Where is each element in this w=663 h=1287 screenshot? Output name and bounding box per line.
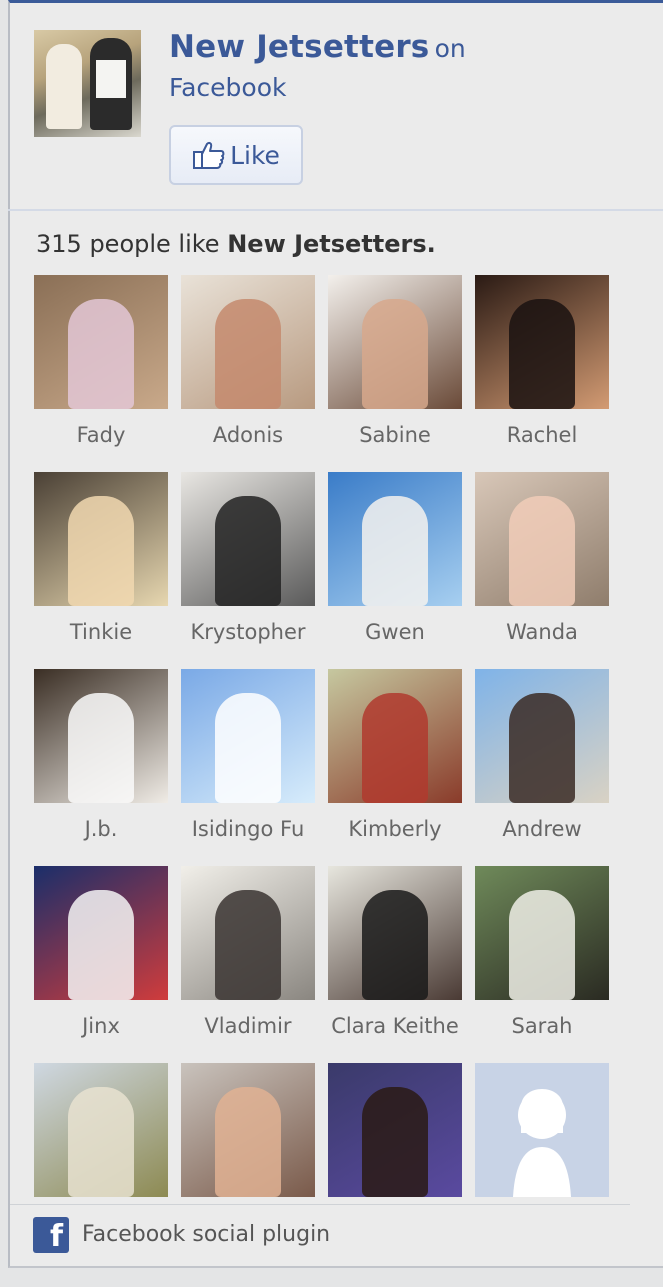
friend-tile[interactable]: Isidingo Fu: [181, 669, 315, 859]
default-avatar-icon[interactable]: [475, 1063, 609, 1197]
header-divider: [8, 209, 663, 211]
likes-page-name: New Jetsetters.: [227, 230, 436, 258]
friend-photo-subject: [215, 496, 281, 606]
thumbs-up-icon: [193, 142, 225, 169]
friend-name[interactable]: Adonis: [175, 423, 321, 447]
friend-photo[interactable]: [181, 275, 315, 409]
friend-photo-subject: [509, 693, 575, 803]
friend-photo[interactable]: [34, 275, 168, 409]
friend-tile[interactable]: Fady: [34, 275, 168, 465]
friend-photo[interactable]: [328, 866, 462, 1000]
friend-photo-subject: [68, 496, 134, 606]
friend-photo[interactable]: [181, 669, 315, 803]
friend-photo-subject: [68, 299, 134, 409]
friend-photo[interactable]: [34, 669, 168, 803]
friend-name[interactable]: Sabine: [322, 423, 468, 447]
friend-photo-subject: [215, 1087, 281, 1197]
friend-tile[interactable]: Andrew: [475, 669, 609, 859]
friend-photo-subject: [68, 890, 134, 1000]
friend-tile[interactable]: Wanda: [475, 472, 609, 662]
friend-photo[interactable]: [475, 275, 609, 409]
friend-photo-subject: [509, 299, 575, 409]
friend-tile[interactable]: [328, 1063, 462, 1253]
friend-tile[interactable]: Rachel: [475, 275, 609, 465]
friend-photo-subject: [362, 890, 428, 1000]
friend-name[interactable]: Wanda: [469, 620, 615, 644]
friend-tile[interactable]: Jinx: [34, 866, 168, 1056]
friend-photo-subject: [509, 890, 575, 1000]
facebook-logo-icon[interactable]: f: [33, 1217, 69, 1253]
page-name-link[interactable]: New Jetsetters: [169, 29, 429, 65]
friend-tile[interactable]: Gwen: [328, 472, 462, 662]
facebook-logo-glyph: f: [49, 1219, 63, 1254]
friend-photo-subject: [215, 693, 281, 803]
friend-photo[interactable]: [181, 472, 315, 606]
page-photo-shirt: [96, 60, 126, 98]
friend-photo[interactable]: [328, 1063, 462, 1197]
friend-tile[interactable]: Krystopher: [181, 472, 315, 662]
friend-photo-subject: [362, 693, 428, 803]
friend-name[interactable]: Fady: [28, 423, 174, 447]
like-label: Like: [230, 140, 280, 170]
friend-photo[interactable]: [328, 472, 462, 606]
friend-tile[interactable]: Kimberly: [328, 669, 462, 859]
friend-name[interactable]: Jinx: [28, 1014, 174, 1038]
friend-photo-subject: [362, 1087, 428, 1197]
friend-photo-subject: [362, 299, 428, 409]
friend-name[interactable]: Vladimir: [175, 1014, 321, 1038]
friend-photo[interactable]: [328, 669, 462, 803]
friend-photo-subject: [362, 496, 428, 606]
friend-name[interactable]: Sarah: [469, 1014, 615, 1038]
friend-name[interactable]: Kimberly: [322, 817, 468, 841]
friend-photo[interactable]: [475, 866, 609, 1000]
friend-photo[interactable]: [328, 275, 462, 409]
friend-photo[interactable]: [181, 866, 315, 1000]
friend-tile[interactable]: Vladimir: [181, 866, 315, 1056]
like-button[interactable]: Like: [169, 125, 303, 185]
friend-name[interactable]: Tinkie: [28, 620, 174, 644]
friend-tile[interactable]: Clara Keithe: [328, 866, 462, 1056]
friend-name[interactable]: Andrew: [469, 817, 615, 841]
friend-name[interactable]: Clara Keithe: [322, 1014, 468, 1038]
friend-tile[interactable]: Sarah: [475, 866, 609, 1056]
friend-photo-subject: [509, 496, 575, 606]
friend-tile[interactable]: [475, 1063, 609, 1253]
friend-photo[interactable]: [34, 1063, 168, 1197]
facebook-link[interactable]: Facebook: [169, 69, 639, 107]
friend-name[interactable]: J.b.: [28, 817, 174, 841]
page-photo-person-left: [46, 44, 82, 129]
social-plugin-link[interactable]: Facebook social plugin: [82, 1218, 330, 1252]
friend-photo[interactable]: [475, 669, 609, 803]
friend-name[interactable]: Krystopher: [175, 620, 321, 644]
on-text: on: [434, 34, 466, 63]
friend-photo[interactable]: [34, 866, 168, 1000]
friend-photo[interactable]: [475, 472, 609, 606]
friend-tile[interactable]: Adonis: [181, 275, 315, 465]
page-profile-picture[interactable]: [34, 30, 141, 137]
friend-photo-subject: [68, 693, 134, 803]
friend-name[interactable]: Rachel: [469, 423, 615, 447]
friend-photo-subject: [215, 299, 281, 409]
friend-name[interactable]: Gwen: [322, 620, 468, 644]
page-title: New Jetsetters on Facebook: [169, 28, 639, 107]
friend-name[interactable]: Isidingo Fu: [175, 817, 321, 841]
friend-tile[interactable]: J.b.: [34, 669, 168, 859]
friend-tile[interactable]: Tinkie: [34, 472, 168, 662]
friend-photo-subject: [68, 1087, 134, 1197]
footer-divider: [10, 1204, 630, 1205]
friend-photo[interactable]: [181, 1063, 315, 1197]
friend-photo-subject: [215, 890, 281, 1000]
likes-count-text: 315 people like: [36, 230, 220, 258]
friend-photo[interactable]: [34, 472, 168, 606]
likes-count-line: 315 people like New Jetsetters.: [36, 226, 436, 262]
friend-tile[interactable]: Sabine: [328, 275, 462, 465]
